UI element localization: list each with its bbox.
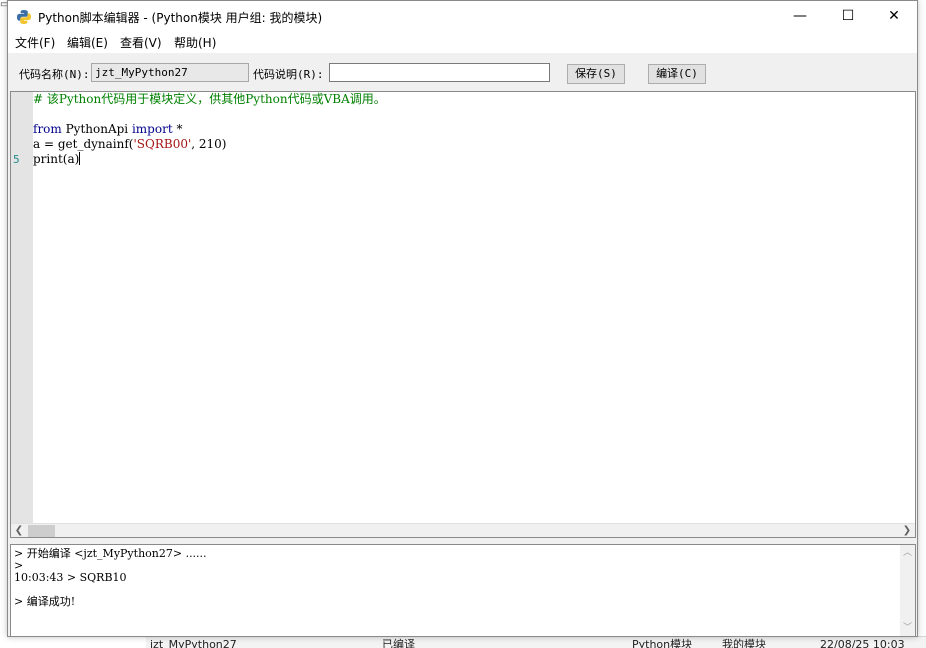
scroll-left-icon[interactable]: ❮ (12, 524, 26, 537)
code-description-field[interactable] (329, 63, 550, 82)
code-call-end: , 210) (191, 137, 227, 151)
minimize-button[interactable]: — (777, 1, 823, 31)
code-line-4: a = get_dynainf('SQRB00', 210) (33, 137, 226, 152)
line-number-gutter: 5 (11, 92, 33, 524)
code-import-star: * (172, 122, 183, 136)
save-button[interactable]: 保存(S) (567, 64, 625, 84)
python-logo-icon (17, 10, 31, 24)
bg-row-group: 我的模块 (722, 638, 766, 648)
compile-button[interactable]: 编译(C) (648, 64, 706, 84)
menu-help[interactable]: 帮助(H) (174, 34, 216, 51)
text-cursor (79, 152, 81, 165)
bg-row-type: Python模块 (632, 638, 693, 648)
output-line: > 开始编译 <jzt_MyPython27> ...... (14, 547, 207, 560)
keyword-from: from (33, 122, 62, 136)
vertical-scrollbar[interactable]: ︿ ﹀ (900, 545, 915, 636)
code-description-label: 代码说明(R): (253, 68, 324, 81)
background-list-row[interactable]: jzt_MyPython27 已编译 Python模块 我的模块 22/08/2… (146, 636, 926, 648)
code-editor[interactable]: 5 # 该Python代码用于模块定义，供其他Python代码或VBA调用。 f… (10, 91, 916, 538)
code-info-toolbar: 代码名称(N): jzt_MyPython27 代码说明(R): 保存(S) 编… (8, 53, 917, 91)
output-line: > 编译成功! (14, 595, 76, 608)
code-line-1: # 该Python代码用于模块定义，供其他Python代码或VBA调用。 (33, 92, 386, 106)
scroll-down-icon[interactable]: ﹀ (900, 622, 915, 634)
menu-edit[interactable]: 编辑(E) (67, 34, 108, 51)
scroll-right-icon[interactable]: ❯ (900, 524, 914, 537)
horizontal-scrollbar[interactable]: ❮ ❯ (11, 523, 915, 537)
code-call-start: a = get_dynainf( (33, 137, 134, 151)
menu-file[interactable]: 文件(F) (15, 34, 55, 51)
scroll-up-icon[interactable]: ︿ (900, 547, 915, 559)
bg-row-date: 22/08/25 10:03 (820, 638, 905, 648)
code-print-call: print(a) (33, 152, 80, 166)
code-line-3: from PythonApi import * (33, 122, 182, 137)
horizontal-scroll-thumb[interactable] (28, 525, 55, 537)
code-name-label: 代码名称(N): (19, 68, 90, 81)
maximize-button[interactable]: ☐ (825, 1, 871, 31)
code-module-name: PythonApi (61, 122, 132, 136)
window-title: Python脚本编辑器 - (Python模块 用户组: 我的模块) (38, 11, 323, 25)
code-name-field[interactable]: jzt_MyPython27 (91, 63, 249, 82)
code-line-5: print(a) (33, 152, 81, 167)
line-number: 5 (13, 153, 20, 166)
title-bar[interactable]: Python脚本编辑器 - (Python模块 用户组: 我的模块) — ☐ ✕ (8, 1, 917, 31)
compile-output-pane[interactable]: > 开始编译 <jzt_MyPython27> ...... > 10:03:4… (10, 544, 916, 636)
bg-row-name: jzt_MyPython27 (150, 638, 237, 648)
bg-row-status: 已编译 (382, 638, 415, 648)
python-editor-window: Python脚本编辑器 - (Python模块 用户组: 我的模块) — ☐ ✕… (7, 0, 918, 637)
menu-bar: 文件(F) 编辑(E) 查看(V) 帮助(H) (8, 31, 917, 53)
keyword-import: import (131, 122, 173, 136)
menu-view[interactable]: 查看(V) (120, 34, 162, 51)
close-button[interactable]: ✕ (871, 1, 917, 31)
output-line: 10:03:43 > SQRB10 (14, 571, 127, 584)
code-string-literal: 'SQRB00' (133, 137, 192, 151)
